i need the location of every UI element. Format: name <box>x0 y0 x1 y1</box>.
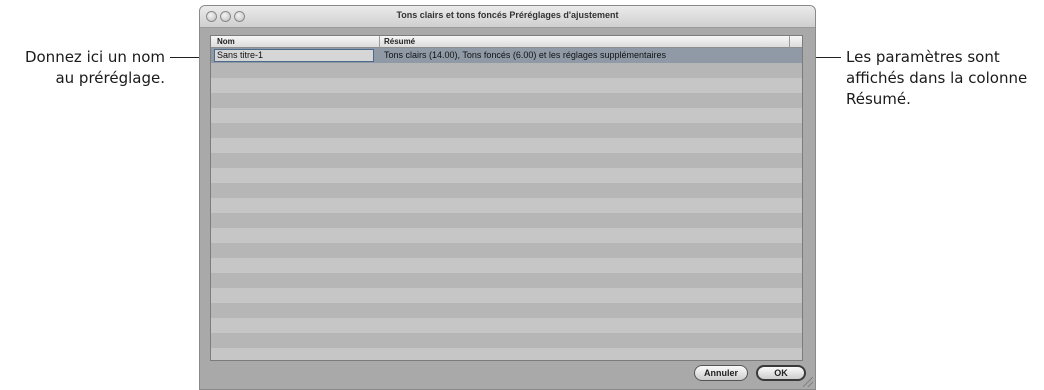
callout-line: Les paramètres sont <box>846 48 1000 66</box>
table-header: Nom Résumé <box>211 36 802 48</box>
empty-row <box>211 153 802 168</box>
empty-row <box>211 348 802 360</box>
empty-row <box>211 183 802 198</box>
presets-table[interactable]: Nom Résumé Sans titre-1 Tons clairs (14.… <box>210 35 803 361</box>
presets-window: Tons clairs et tons foncés Préréglages d… <box>199 5 816 390</box>
ok-button[interactable]: OK <box>756 365 806 381</box>
empty-row <box>211 198 802 213</box>
column-divider[interactable] <box>789 36 790 48</box>
preset-name-field[interactable]: Sans titre-1 <box>214 49 374 62</box>
table-body: Sans titre-1 Tons clairs (14.00), Tons f… <box>211 48 802 360</box>
title-bar[interactable]: Tons clairs et tons foncés Préréglages d… <box>200 6 815 28</box>
resize-grip-icon[interactable] <box>803 377 813 387</box>
empty-row <box>211 213 802 228</box>
empty-row <box>211 138 802 153</box>
preset-summary: Tons clairs (14.00), Tons foncés (6.00) … <box>384 50 666 60</box>
empty-row <box>211 333 802 348</box>
callout-line: Donnez ici un nom <box>24 48 165 66</box>
column-header-nom[interactable]: Nom <box>217 37 235 46</box>
empty-row <box>211 63 802 78</box>
empty-row <box>211 93 802 108</box>
empty-row <box>211 273 802 288</box>
empty-row <box>211 258 802 273</box>
empty-row <box>211 78 802 93</box>
window-title: Tons clairs et tons foncés Préréglages d… <box>396 10 619 20</box>
empty-row <box>211 123 802 138</box>
empty-row <box>211 168 802 183</box>
empty-row <box>211 108 802 123</box>
empty-row <box>211 243 802 258</box>
callout-line: Résumé. <box>846 90 911 108</box>
column-divider[interactable] <box>379 36 380 48</box>
callout-summary-help: Les paramètres sont affichés dans la col… <box>846 47 1044 110</box>
empty-row <box>211 228 802 243</box>
table-row[interactable]: Sans titre-1 Tons clairs (14.00), Tons f… <box>211 48 802 63</box>
column-header-resume[interactable]: Résumé <box>384 37 415 46</box>
empty-row <box>211 303 802 318</box>
empty-row <box>211 288 802 303</box>
callout-name-help: Donnez ici un nom au préréglage. <box>0 47 165 89</box>
empty-row <box>211 318 802 333</box>
cancel-button[interactable]: Annuler <box>694 365 748 381</box>
callout-line: au préréglage. <box>55 69 165 87</box>
callout-line: affichés dans la colonne <box>846 69 1028 87</box>
